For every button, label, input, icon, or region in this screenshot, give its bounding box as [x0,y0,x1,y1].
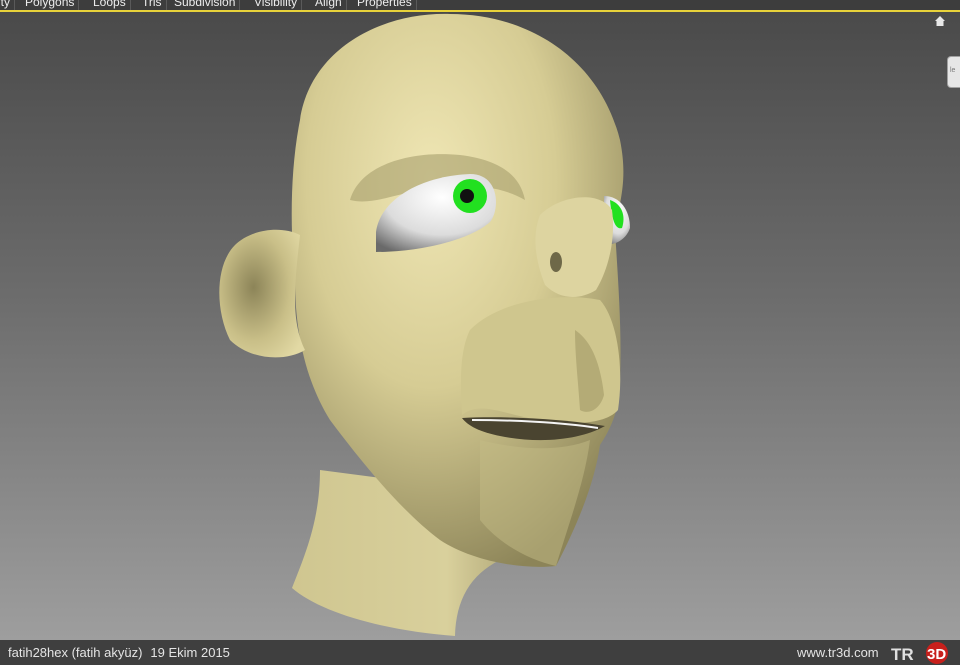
tab-tris[interactable]: Tris [138,0,167,10]
tab-modify[interactable]: ity [0,0,15,10]
author-name: fatih28hex (fatih akyüz) [8,645,143,660]
credit: fatih28hex (fatih akyüz) 19 Ekim 2015 [8,640,230,665]
tab-align[interactable]: Align [311,0,347,10]
tab-subdivision[interactable]: Subdivision [170,0,241,10]
home-icon[interactable] [934,15,946,27]
tab-properties[interactable]: Properties [353,0,417,10]
tab-loops[interactable]: Loops [89,0,131,10]
tab-polygons[interactable]: Polygons [21,0,80,10]
viewcube-label: le [950,67,956,74]
viewcube[interactable]: le [947,56,960,88]
svg-text:TR: TR [891,645,914,664]
tr3d-logo: TR 3D [891,642,948,664]
ribbon-menubar: ity Polygons Loops Tris Subdivision Visi… [0,0,960,12]
footer-bar: fatih28hex (fatih akyüz) 19 Ekim 2015 www… [0,640,960,665]
site-url[interactable]: www.tr3d.com [797,640,879,665]
post-date: 19 Ekim 2015 [150,645,230,660]
svg-text:3D: 3D [927,646,946,663]
head-model [219,13,630,636]
tab-visibility[interactable]: Visibility [250,0,303,10]
perspective-viewport[interactable]: le [0,12,960,640]
